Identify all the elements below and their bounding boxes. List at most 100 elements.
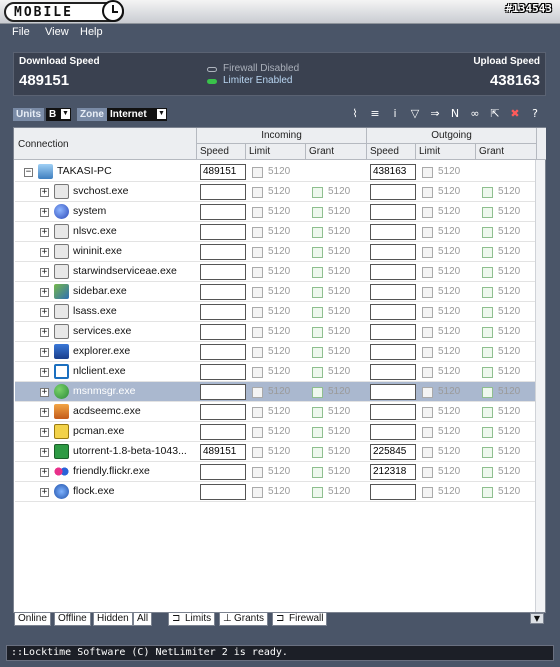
title-bar[interactable]: MOBILE #134543 (0, 0, 560, 24)
column-header-connection[interactable]: Connection (14, 128, 197, 160)
tab-firewall[interactable]: ⊐ Firewall (272, 612, 328, 626)
expand-icon[interactable]: + (40, 208, 49, 217)
out-limit-checkbox[interactable] (422, 327, 433, 338)
in-speed-field[interactable] (200, 284, 246, 300)
column-header-in-grant[interactable]: Grant (306, 144, 367, 160)
table-row[interactable]: + sidebar.exe 5120 5120 5120 5120 (15, 282, 536, 302)
table-row[interactable]: + nlsvc.exe 5120 5120 5120 5120 (15, 222, 536, 242)
out-limit-checkbox[interactable] (422, 427, 433, 438)
out-limit-checkbox[interactable] (422, 307, 433, 318)
link-icon[interactable]: ∞ (469, 108, 481, 120)
table-row[interactable]: + wininit.exe 5120 5120 5120 5120 (15, 242, 536, 262)
in-speed-field[interactable] (200, 224, 246, 240)
out-speed-field[interactable] (370, 204, 416, 220)
out-grant-checkbox[interactable] (482, 427, 493, 438)
in-grant-checkbox[interactable] (312, 207, 323, 218)
expand-icon[interactable]: + (40, 488, 49, 497)
tab-grants[interactable]: ⊥ Grants (219, 612, 269, 626)
expand-icon[interactable]: + (40, 388, 49, 397)
table-row[interactable]: + flock.exe 5120 5120 5120 5120 (15, 482, 536, 502)
expand-icon[interactable]: + (40, 188, 49, 197)
expand-icon[interactable]: + (40, 288, 49, 297)
in-limit-checkbox[interactable] (252, 387, 263, 398)
table-row[interactable]: + pcman.exe 5120 5120 5120 5120 (15, 422, 536, 442)
in-limit-checkbox[interactable] (252, 407, 263, 418)
expand-icon[interactable]: + (40, 268, 49, 277)
out-limit-checkbox[interactable] (422, 487, 433, 498)
in-speed-field[interactable] (200, 344, 246, 360)
out-grant-checkbox[interactable] (482, 307, 493, 318)
in-speed-field[interactable] (200, 264, 246, 280)
in-speed-field[interactable] (200, 324, 246, 340)
out-limit-checkbox[interactable] (422, 367, 433, 378)
list-icon[interactable]: ≡ (369, 108, 381, 120)
in-grant-checkbox[interactable] (312, 407, 323, 418)
in-limit-checkbox[interactable] (252, 447, 263, 458)
arrow-right-icon[interactable]: ⇒ (429, 108, 441, 120)
in-speed-field[interactable] (200, 424, 246, 440)
in-speed-field[interactable] (200, 464, 246, 480)
in-grant-checkbox[interactable] (312, 427, 323, 438)
out-grant-checkbox[interactable] (482, 407, 493, 418)
in-speed-field[interactable] (200, 404, 246, 420)
table-row[interactable]: + starwindserviceae.exe 5120 5120 5120 5… (15, 262, 536, 282)
in-limit-checkbox[interactable] (252, 247, 263, 258)
in-speed-field[interactable]: 489151 (200, 444, 246, 460)
table-row-root[interactable]: − TAKASI-PC 489151 5120 438163 5120 (15, 162, 536, 182)
out-grant-checkbox[interactable] (482, 227, 493, 238)
tab-online[interactable]: Online (14, 612, 51, 626)
out-limit-checkbox[interactable] (422, 247, 433, 258)
in-limit-checkbox[interactable] (252, 427, 263, 438)
column-header-out-limit[interactable]: Limit (416, 144, 476, 160)
out-speed-field[interactable]: 438163 (370, 164, 416, 180)
tab-limits[interactable]: ⊐ Limits (168, 612, 216, 626)
table-row[interactable]: + explorer.exe 5120 5120 5120 5120 (15, 342, 536, 362)
expand-icon[interactable]: + (40, 448, 49, 457)
table-row[interactable]: + msnmsgr.exe 5120 5120 5120 5120 (15, 382, 536, 402)
in-limit-checkbox[interactable] (252, 487, 263, 498)
out-grant-checkbox[interactable] (482, 467, 493, 478)
out-grant-checkbox[interactable] (482, 367, 493, 378)
tab-all[interactable]: All (133, 612, 153, 626)
table-row[interactable]: + svchost.exe 5120 5120 5120 5120 (15, 182, 536, 202)
out-speed-field[interactable] (370, 404, 416, 420)
in-grant-checkbox[interactable] (312, 287, 323, 298)
in-grant-checkbox[interactable] (312, 467, 323, 478)
in-speed-field[interactable] (200, 484, 246, 500)
collapse-icon[interactable]: − (24, 168, 33, 177)
menu-file[interactable]: File (12, 26, 30, 38)
out-grant-checkbox[interactable] (482, 287, 493, 298)
expand-icon[interactable]: + (40, 308, 49, 317)
out-speed-field[interactable]: 225845 (370, 444, 416, 460)
vertical-scrollbar[interactable] (535, 160, 545, 612)
table-row[interactable]: + nlclient.exe 5120 5120 5120 5120 (15, 362, 536, 382)
in-limit-checkbox[interactable] (252, 347, 263, 358)
out-limit-checkbox[interactable] (422, 387, 433, 398)
panel-toggle-icon[interactable]: ▼ (530, 613, 544, 624)
out-grant-checkbox[interactable] (482, 347, 493, 358)
expand-icon[interactable]: + (40, 328, 49, 337)
in-limit-checkbox[interactable] (252, 307, 263, 318)
out-grant-checkbox[interactable] (482, 247, 493, 258)
in-limit-checkbox[interactable] (252, 467, 263, 478)
table-row[interactable]: + system 5120 5120 5120 5120 (15, 202, 536, 222)
in-grant-checkbox[interactable] (312, 267, 323, 278)
out-limit-checkbox[interactable] (422, 187, 433, 198)
out-limit-checkbox[interactable] (422, 287, 433, 298)
out-grant-checkbox[interactable] (482, 267, 493, 278)
out-speed-field[interactable] (370, 264, 416, 280)
network-icon[interactable]: N (449, 108, 461, 120)
out-speed-field[interactable] (370, 324, 416, 340)
out-speed-field[interactable] (370, 184, 416, 200)
out-limit-checkbox[interactable] (422, 447, 433, 458)
in-grant-checkbox[interactable] (312, 387, 323, 398)
column-header-out-grant[interactable]: Grant (476, 144, 537, 160)
in-limit-checkbox[interactable] (252, 227, 263, 238)
expand-icon[interactable]: + (40, 408, 49, 417)
out-grant-checkbox[interactable] (482, 387, 493, 398)
out-speed-field[interactable] (370, 424, 416, 440)
in-limit-checkbox[interactable] (252, 327, 263, 338)
in-speed-field[interactable] (200, 304, 246, 320)
table-row[interactable]: + lsass.exe 5120 5120 5120 5120 (15, 302, 536, 322)
out-limit-checkbox[interactable] (422, 167, 433, 178)
